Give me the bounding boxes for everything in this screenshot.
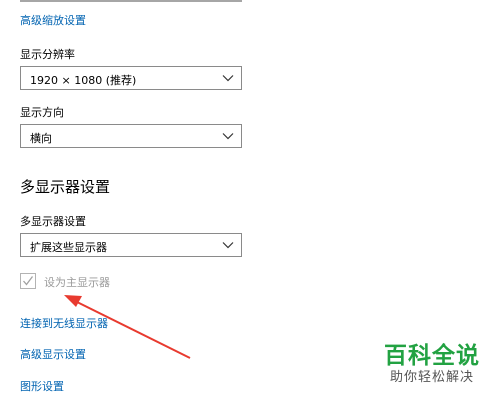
chevron-down-icon (222, 242, 234, 249)
multi-display-dropdown[interactable]: 扩展这些显示器 (20, 233, 242, 257)
connect-wireless-display-link[interactable]: 连接到无线显示器 (20, 315, 108, 331)
previous-dropdown-edge (20, 0, 242, 2)
make-main-display-label: 设为主显示器 (44, 276, 110, 289)
chevron-down-icon (222, 75, 234, 82)
resolution-dropdown[interactable]: 1920 × 1080 (推荐) (20, 66, 242, 90)
multi-display-section-title: 多显示器设置 (20, 178, 111, 196)
watermark-title: 百科全说 (384, 343, 480, 369)
advanced-scaling-link[interactable]: 高级缩放设置 (20, 12, 86, 28)
resolution-label: 显示分辨率 (20, 48, 75, 61)
watermark-logo: 百科全说 助你轻松解决 (376, 343, 488, 387)
checkmark-icon (23, 276, 34, 286)
chevron-down-icon (222, 133, 234, 140)
make-main-display-checkbox[interactable] (20, 273, 36, 289)
orientation-value: 横向 (30, 132, 52, 145)
multi-display-label: 多显示器设置 (20, 215, 86, 228)
orientation-label: 显示方向 (20, 106, 64, 119)
advanced-display-settings-link[interactable]: 高级显示设置 (20, 346, 86, 362)
watermark-subtitle: 助你轻松解决 (389, 370, 474, 385)
graphics-settings-link[interactable]: 图形设置 (20, 378, 64, 394)
multi-display-value: 扩展这些显示器 (30, 241, 107, 254)
orientation-dropdown[interactable]: 横向 (20, 124, 242, 148)
resolution-value: 1920 × 1080 (推荐) (30, 74, 137, 87)
